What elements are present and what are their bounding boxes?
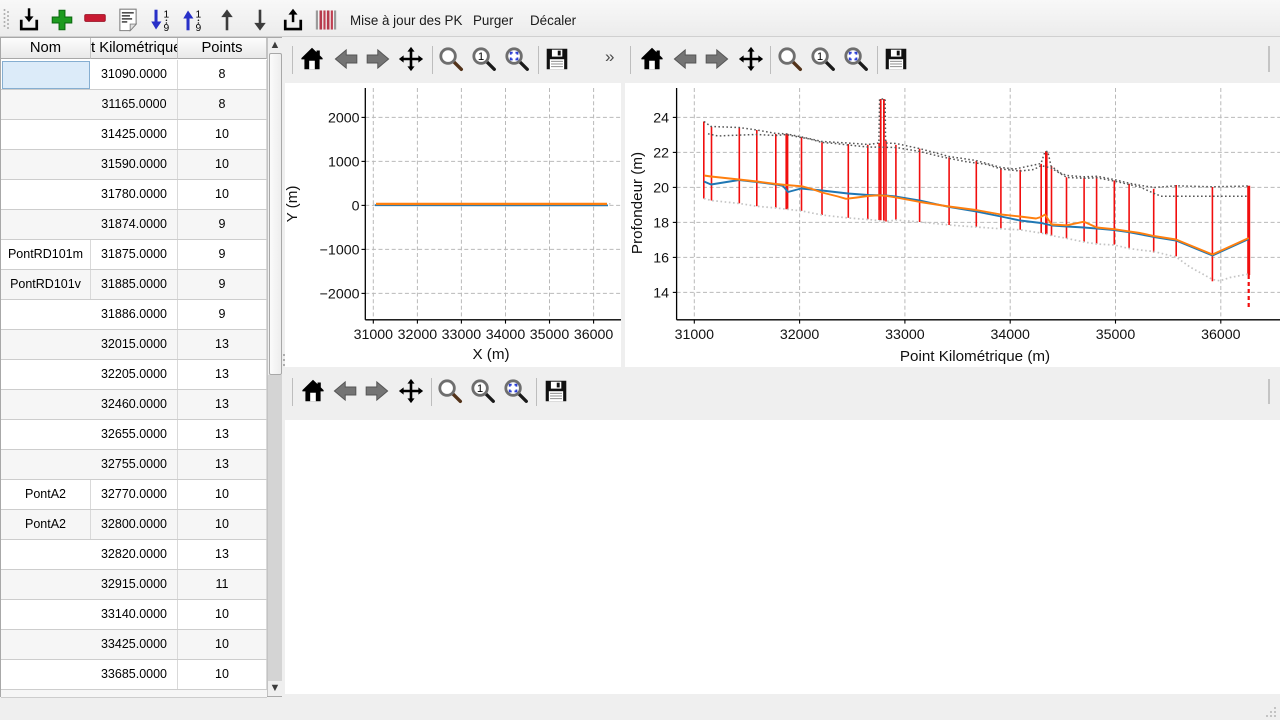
svg-text:9: 9: [196, 23, 202, 33]
svg-text:1: 1: [163, 9, 169, 20]
svg-text:−1000: −1000: [320, 242, 360, 258]
svg-text:31000: 31000: [354, 327, 394, 343]
svg-text:35000: 35000: [530, 327, 570, 343]
svg-text:1000: 1000: [328, 154, 360, 170]
svg-text:33000: 33000: [885, 327, 925, 343]
svg-text:36000: 36000: [574, 327, 614, 343]
svg-text:Point Kilométrique (m): Point Kilométrique (m): [900, 348, 1050, 365]
svg-text:34000: 34000: [486, 327, 526, 343]
svg-text:24: 24: [653, 110, 669, 126]
svg-text:34000: 34000: [990, 327, 1030, 343]
svg-text:36000: 36000: [1201, 327, 1241, 343]
svg-text:35000: 35000: [1096, 327, 1136, 343]
svg-text:Profondeur (m): Profondeur (m): [629, 152, 646, 254]
svg-text:−2000: −2000: [320, 286, 360, 302]
svg-text:Y (m): Y (m): [285, 186, 301, 223]
svg-text:33000: 33000: [442, 327, 482, 343]
svg-text:X (m): X (m): [472, 346, 509, 363]
svg-text:20: 20: [653, 180, 669, 196]
svg-text:9: 9: [163, 23, 169, 33]
svg-text:18: 18: [653, 215, 669, 231]
svg-text:16: 16: [653, 250, 669, 266]
svg-text:32000: 32000: [780, 327, 820, 343]
svg-text:32000: 32000: [398, 327, 438, 343]
svg-text:14: 14: [653, 285, 669, 301]
svg-text:2000: 2000: [328, 110, 360, 126]
svg-text:0: 0: [352, 198, 360, 214]
svg-text:31000: 31000: [675, 327, 715, 343]
svg-text:1: 1: [196, 9, 202, 20]
svg-text:22: 22: [653, 145, 669, 161]
